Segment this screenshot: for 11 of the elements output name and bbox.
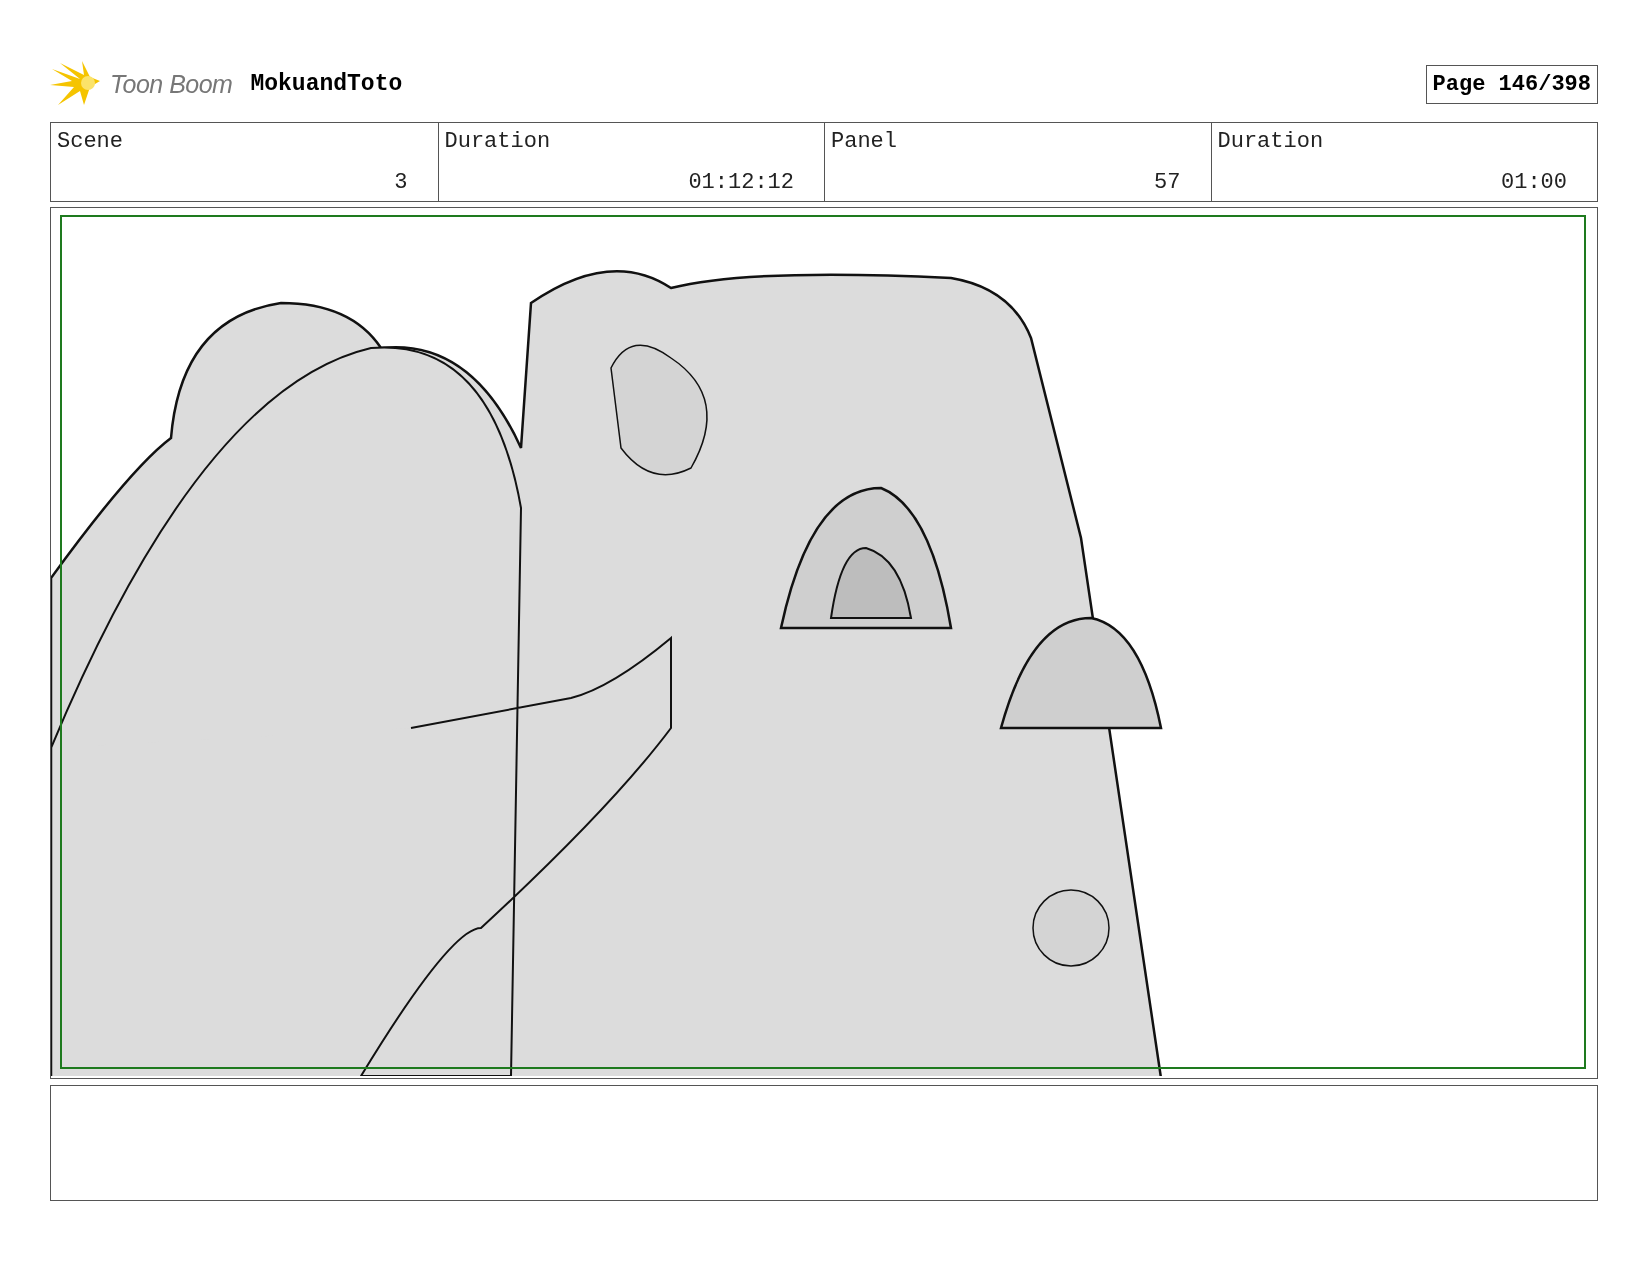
logo-text: Toon Boom [110,69,233,99]
field-label: Duration [1217,129,1325,154]
field-label: Duration [444,129,552,154]
field-label: Scene [57,129,124,154]
project-title: MokuandToto [250,71,403,97]
field-value: 01:00 [1500,170,1567,195]
page-number: Page 146/398 [1425,64,1598,104]
field-value: 57 [1153,170,1181,195]
field-label: Panel [831,129,898,154]
field-value: 01:12:12 [687,170,794,195]
field-value: 3 [393,170,408,195]
